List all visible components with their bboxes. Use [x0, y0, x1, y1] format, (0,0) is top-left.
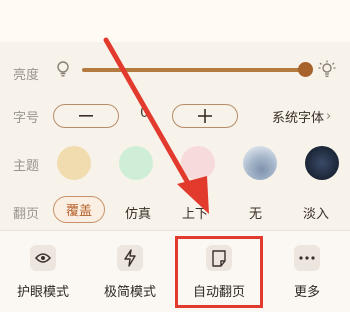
- minus-icon: [79, 115, 93, 117]
- flip-option-cover-label: 覆盖: [65, 204, 92, 219]
- flip-option-fade[interactable]: 淡入: [303, 203, 329, 222]
- font-size-value: 0: [140, 105, 149, 121]
- theme-swatch-green[interactable]: [119, 146, 153, 180]
- brightness-label: 亮度: [13, 68, 40, 83]
- brightness-low-icon: [56, 61, 70, 81]
- theme-swatch-beige[interactable]: [57, 146, 91, 180]
- eye-care-mode-label: 护眼模式: [16, 285, 69, 300]
- flip-option-cover[interactable]: 覆盖: [53, 196, 105, 223]
- flip-option-simulation[interactable]: 仿真: [125, 203, 151, 222]
- more-label: 更多: [293, 285, 320, 300]
- decrease-font-size-button[interactable]: [53, 104, 119, 128]
- theme-label: 主题: [13, 159, 40, 174]
- system-font-label: 系统字体: [272, 111, 325, 126]
- content-area: [0, 0, 350, 42]
- minimal-mode-label: 极简模式: [103, 285, 156, 300]
- system-font-link[interactable]: 系统字体 ›: [272, 107, 331, 126]
- theme-swatch-pink[interactable]: [181, 146, 215, 180]
- page-flip-label: 翻页: [13, 207, 40, 222]
- highlight-box: [175, 236, 263, 308]
- more-button[interactable]: 更多: [267, 231, 347, 312]
- theme-swatch-landscape[interactable]: [243, 146, 277, 180]
- flip-option-vertical[interactable]: 上下: [182, 203, 208, 222]
- eye-care-mode-button[interactable]: 护眼模式: [3, 231, 83, 312]
- more-dots-icon: [294, 245, 320, 271]
- brightness-high-icon: [318, 60, 336, 82]
- increase-font-size-button[interactable]: [172, 104, 238, 128]
- minimal-mode-button[interactable]: 极简模式: [90, 231, 170, 312]
- plus-icon: [198, 109, 212, 123]
- font-size-label: 字号: [13, 111, 40, 126]
- brightness-slider-thumb[interactable]: [298, 62, 313, 77]
- flip-option-none[interactable]: 无: [249, 203, 262, 222]
- theme-swatch-night[interactable]: [305, 146, 339, 180]
- chevron-right-icon: ›: [326, 109, 332, 124]
- lightning-icon: [117, 245, 143, 271]
- brightness-slider-track[interactable]: [82, 68, 306, 72]
- eye-icon: [30, 245, 56, 271]
